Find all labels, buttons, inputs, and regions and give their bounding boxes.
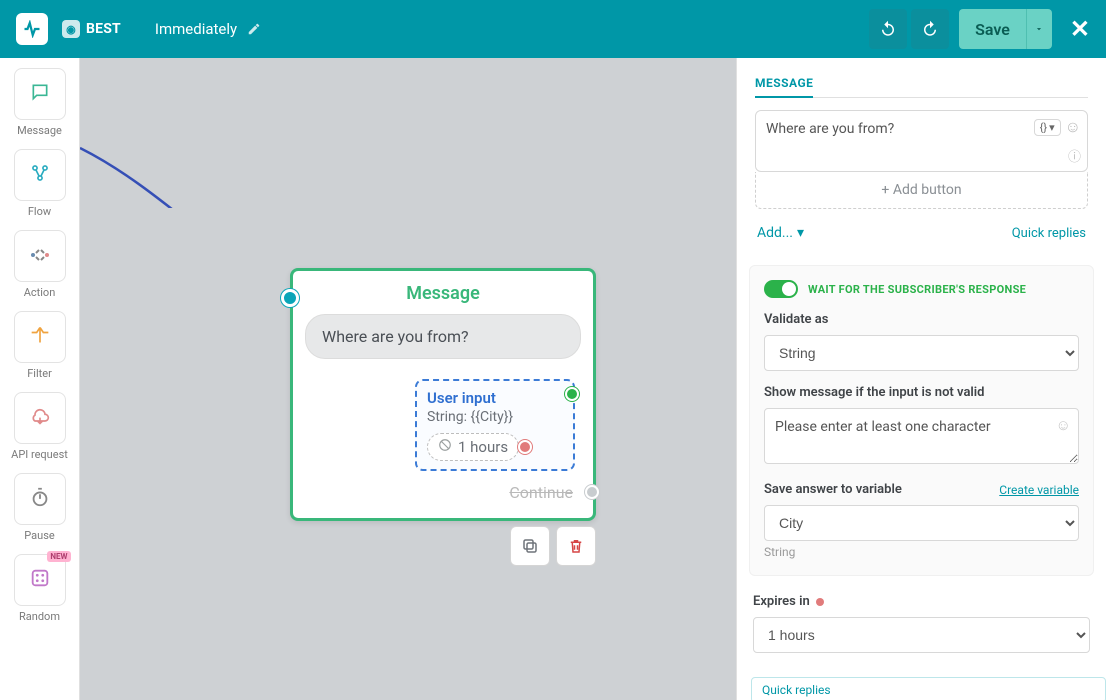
- continue-row: Continue: [305, 483, 581, 502]
- expires-pill[interactable]: 1 hours: [427, 433, 519, 461]
- add-element-text: Add...: [757, 225, 793, 241]
- new-badge: NEW: [47, 551, 70, 562]
- tool-pause-label: Pause: [8, 529, 71, 542]
- app-logo[interactable]: [16, 13, 48, 45]
- tool-flow-label: Flow: [8, 205, 71, 218]
- close-button[interactable]: ✕: [1070, 15, 1090, 43]
- continue-label: Continue: [509, 483, 573, 502]
- node-title: Message: [293, 271, 593, 314]
- continue-port[interactable]: [585, 485, 599, 499]
- tool-pause[interactable]: [14, 473, 66, 525]
- delete-button[interactable]: [556, 526, 596, 566]
- tool-random-label: Random: [8, 610, 71, 623]
- pulse-icon: [23, 20, 41, 38]
- duplicate-button[interactable]: [510, 526, 550, 566]
- canvas[interactable]: Message Where are you from? User input S…: [80, 58, 736, 700]
- tool-message-label: Message: [8, 124, 71, 137]
- copy-icon: [521, 537, 539, 555]
- message-node[interactable]: Message Where are you from? User input S…: [290, 268, 596, 521]
- invalid-msg-textarea[interactable]: [764, 408, 1079, 464]
- expires-label: Expires in: [753, 594, 1090, 609]
- tool-api-request[interactable]: [14, 392, 66, 444]
- stopwatch-icon: [29, 486, 51, 513]
- chevron-down-icon: [1034, 24, 1044, 34]
- emoji-button[interactable]: ☺: [1056, 416, 1071, 434]
- create-variable-link[interactable]: Create variable: [999, 483, 1079, 497]
- top-bar: ◉ BEST Immediately Save ✕: [0, 0, 1106, 58]
- save-button[interactable]: Save: [959, 9, 1026, 49]
- filter-icon: [28, 325, 52, 350]
- insert-variable-button[interactable]: {} ▾: [1034, 119, 1061, 136]
- tool-action[interactable]: [14, 230, 66, 282]
- expires-label-text: Expires in: [753, 594, 810, 609]
- variable-select[interactable]: City: [764, 505, 1079, 541]
- tool-random[interactable]: NEW: [14, 554, 66, 606]
- quick-replies-chip[interactable]: Quick replies: [751, 677, 1106, 700]
- add-element-link[interactable]: Add... ▾: [757, 225, 804, 241]
- node-message-bubble[interactable]: Where are you from?: [305, 314, 581, 359]
- tool-filter[interactable]: [14, 311, 66, 363]
- tool-message[interactable]: [14, 68, 66, 120]
- invalid-msg-label: Show message if the input is not valid: [764, 385, 1079, 400]
- tool-api-label: API request: [8, 448, 71, 461]
- message-editor: {} ▾ ☺ ⓘ: [755, 110, 1088, 172]
- expires-port[interactable]: [518, 440, 532, 454]
- message-icon: [28, 82, 52, 107]
- emoji-button[interactable]: ☺: [1065, 117, 1081, 137]
- trash-icon: [567, 537, 585, 555]
- validate-as-select[interactable]: String: [764, 335, 1079, 371]
- user-input-port[interactable]: [565, 387, 579, 401]
- wait-toggle[interactable]: [764, 280, 798, 298]
- validate-as-label: Validate as: [764, 312, 1079, 327]
- edit-icon[interactable]: [247, 22, 261, 36]
- user-input-sub: String: {{City}}: [427, 409, 563, 425]
- flow-name[interactable]: Immediately: [155, 20, 261, 38]
- undo-button[interactable]: [869, 9, 907, 49]
- dice-icon: [29, 567, 51, 594]
- chevron-down-icon: ▾: [797, 225, 804, 241]
- add-button[interactable]: + Add button: [755, 172, 1088, 209]
- redo-button[interactable]: [911, 9, 949, 49]
- wait-toggle-label: WAIT FOR THE SUBSCRIBER'S RESPONSE: [808, 283, 1026, 296]
- expires-value: 1 hours: [458, 438, 508, 456]
- user-input-title: User input: [427, 389, 563, 407]
- properties-panel: MESSAGE {} ▾ ☺ ⓘ + Add button Add... ▾ Q…: [736, 58, 1106, 700]
- quick-replies-link[interactable]: Quick replies: [1012, 226, 1086, 241]
- expires-section: Expires in 1 hours: [745, 588, 1098, 667]
- flow-name-text: Immediately: [155, 20, 237, 38]
- tool-flow[interactable]: [14, 149, 66, 201]
- save-group: Save: [959, 9, 1052, 49]
- required-dot-icon: [816, 598, 824, 606]
- tool-sidebar: Message Flow Action Filter API request P…: [0, 58, 80, 700]
- save-dropdown[interactable]: [1026, 9, 1052, 49]
- cloud-icon: [28, 406, 52, 431]
- panel-tab-message[interactable]: MESSAGE: [755, 76, 813, 98]
- tool-filter-label: Filter: [8, 367, 71, 380]
- action-icon: [28, 244, 52, 268]
- node-actions: [510, 526, 596, 566]
- redo-icon: [921, 20, 939, 38]
- ban-icon: [438, 438, 452, 456]
- bot-name: BEST: [86, 21, 121, 37]
- variable-type-hint: String: [764, 545, 1079, 559]
- info-icon[interactable]: ⓘ: [1068, 146, 1081, 165]
- flow-icon: [28, 163, 52, 188]
- wait-response-card: WAIT FOR THE SUBSCRIBER'S RESPONSE Valid…: [749, 265, 1094, 576]
- user-input-block[interactable]: User input String: {{City}} 1 hours: [415, 379, 575, 471]
- bot-chip[interactable]: ◉ BEST: [62, 20, 121, 38]
- tool-action-label: Action: [8, 286, 71, 299]
- expires-select[interactable]: 1 hours: [753, 617, 1090, 653]
- save-var-label: Save answer to variable: [764, 482, 902, 497]
- undo-icon: [879, 20, 897, 38]
- messenger-icon: ◉: [62, 20, 80, 38]
- chevron-down-icon: ▾: [1049, 121, 1055, 134]
